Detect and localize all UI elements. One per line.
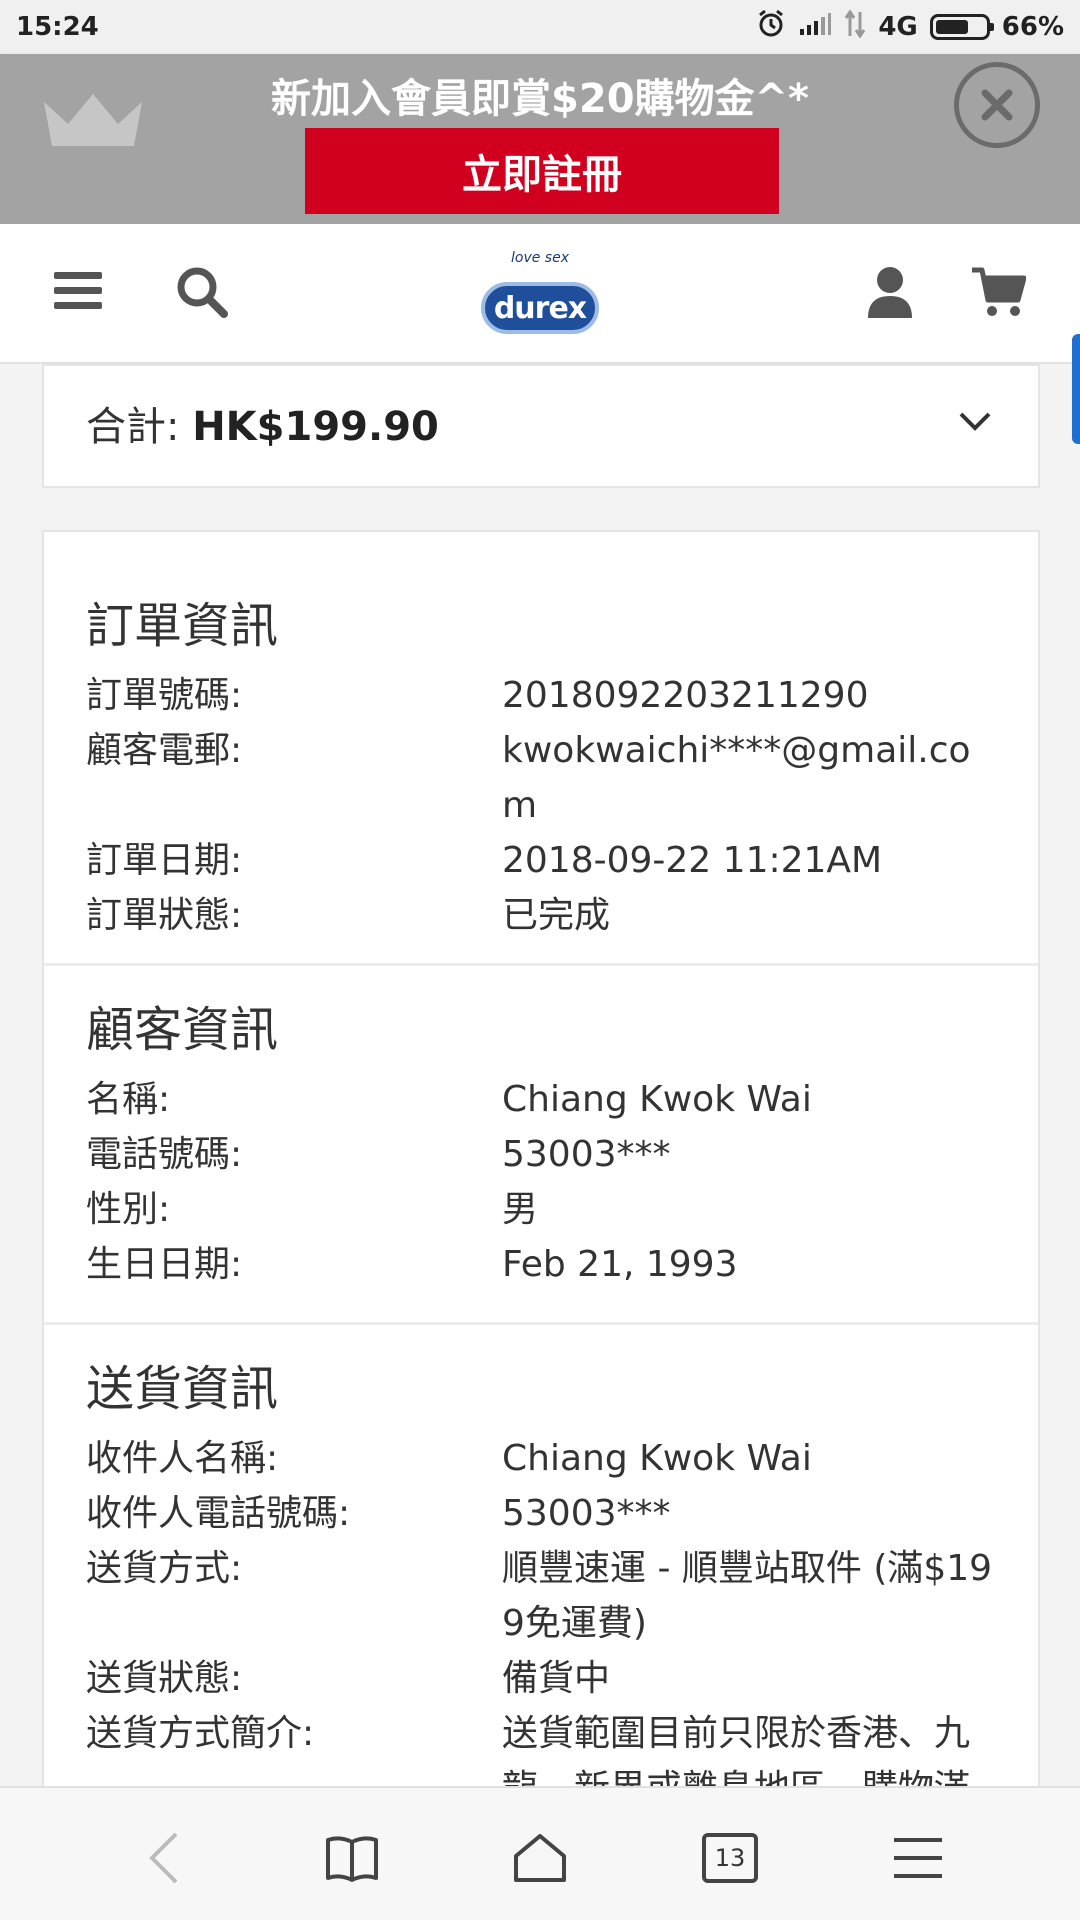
info-row: 訂單號碼: 2018092203211290 xyxy=(86,668,996,723)
battery-icon xyxy=(929,14,994,40)
user-icon[interactable] xyxy=(866,264,914,324)
info-label: 收件人名稱: xyxy=(86,1438,279,1479)
data-arrows-icon xyxy=(844,8,866,45)
alarm-icon xyxy=(756,9,786,46)
promo-banner: 新加入會員即賞$20購物金^* 立即註冊 xyxy=(0,54,1080,224)
total-amount: HK$199.90 xyxy=(192,404,439,450)
info-row: 名稱: Chiang Kwok Wai xyxy=(86,1072,996,1127)
cart-icon[interactable] xyxy=(970,264,1027,324)
logo-wordmark: durex xyxy=(481,282,599,334)
info-row: 性別: 男 xyxy=(86,1182,996,1237)
info-label: 名稱: xyxy=(86,1079,171,1120)
info-label: 顧客電郵: xyxy=(86,730,243,771)
info-row: 訂單狀態: 已完成 xyxy=(86,888,996,943)
info-value: Feb 21, 1993 xyxy=(502,1244,738,1285)
status-icons: 4G 66% xyxy=(756,8,1064,46)
order-total: 合計: HK$199.90 xyxy=(86,394,439,452)
delivery-info-section: 送貨資訊 收件人名稱: Chiang Kwok Wai 收件人電話號碼: 53003… xyxy=(44,1325,1038,1790)
network-type: 4G xyxy=(878,12,918,42)
info-value: 已完成 xyxy=(502,895,611,936)
order-info-section: 訂單資訊 訂單號碼: 2018092203211290 顧客電郵: kwokwaic… xyxy=(44,532,1038,966)
home-icon[interactable] xyxy=(500,1818,580,1898)
info-row: 生日日期: Feb 21, 1993 xyxy=(86,1237,996,1292)
status-bar: 15:24 4G 66% xyxy=(0,0,1080,54)
info-value: kwokwaichi****@gmail.com xyxy=(502,730,971,826)
info-row: 收件人名稱: Chiang Kwok Wai xyxy=(86,1431,996,1486)
register-button[interactable]: 立即註冊 xyxy=(305,128,779,214)
info-value: 送貨範圍目前只限於香港、九龍、新界或離島地區，購物滿 xyxy=(502,1713,971,1790)
info-row: 收件人電話號碼: 53003*** xyxy=(86,1486,996,1541)
search-icon[interactable] xyxy=(174,264,230,324)
info-value: 順豐速運 - 順豐站取件 (滿$199免運費) xyxy=(502,1548,993,1644)
durex-logo[interactable]: love sex durex xyxy=(478,246,602,346)
site-header: love sex durex xyxy=(0,224,1080,364)
section-title: 顧客資訊 xyxy=(86,1002,279,1058)
close-icon[interactable] xyxy=(954,62,1040,148)
menu-icon[interactable] xyxy=(52,264,104,320)
info-value: 備貨中 xyxy=(502,1658,611,1699)
total-label: 合計: xyxy=(86,404,180,450)
info-value: 男 xyxy=(502,1189,539,1230)
browser-bottom-bar: 13 xyxy=(0,1786,1080,1920)
section-title: 送貨資訊 xyxy=(86,1361,279,1417)
tab-count: 13 xyxy=(702,1833,758,1883)
signal-icon xyxy=(798,11,832,44)
tabs-icon[interactable]: 13 xyxy=(690,1818,770,1898)
battery-fill xyxy=(935,20,968,34)
battery-percent: 66% xyxy=(1001,12,1064,42)
order-details-card: 訂單資訊 訂單號碼: 2018092203211290 顧客電郵: kwokwaic… xyxy=(42,530,1040,1790)
section-title: 訂單資訊 xyxy=(86,598,279,654)
info-value: 53003*** xyxy=(502,1134,671,1175)
info-label: 生日日期: xyxy=(86,1244,243,1285)
info-row: 訂單日期: 2018-09-22 11:21AM xyxy=(86,833,996,888)
menu-icon[interactable] xyxy=(878,1818,958,1898)
info-label: 電話號碼: xyxy=(86,1134,243,1175)
info-value: 2018092203211290 xyxy=(502,675,869,716)
info-row: 電話號碼: 53003*** xyxy=(86,1127,996,1182)
customer-info-section: 顧客資訊 名稱: Chiang Kwok Wai 電話號碼: 53003*** 性別… xyxy=(44,966,1038,1325)
info-row: 顧客電郵: kwokwaichi****@gmail.com xyxy=(86,723,996,833)
promo-text: 新加入會員即賞$20購物金^* xyxy=(271,76,809,122)
status-time: 15:24 xyxy=(16,12,99,42)
info-value: 2018-09-22 11:21AM xyxy=(502,840,883,881)
info-label: 訂單日期: xyxy=(86,840,243,881)
info-label: 送貨狀態: xyxy=(86,1658,243,1699)
order-info-list: 訂單號碼: 2018092203211290 顧客電郵: kwokwaichi***… xyxy=(86,668,996,943)
info-label: 收件人電話號碼: xyxy=(86,1493,351,1534)
info-value: Chiang Kwok Wai xyxy=(502,1438,812,1479)
info-label: 訂單狀態: xyxy=(86,895,243,936)
info-label: 送貨方式簡介: xyxy=(86,1713,315,1754)
side-tab[interactable] xyxy=(1072,334,1080,444)
info-value: 53003*** xyxy=(502,1493,671,1534)
back-icon[interactable] xyxy=(124,1818,204,1898)
bookmarks-icon[interactable] xyxy=(312,1818,392,1898)
info-label: 性別: xyxy=(86,1189,171,1230)
info-row: 送貨方式: 順豐速運 - 順豐站取件 (滿$199免運費) xyxy=(86,1541,996,1651)
info-value: Chiang Kwok Wai xyxy=(502,1079,812,1120)
order-total-card[interactable]: 合計: HK$199.90 xyxy=(42,364,1040,488)
info-row: 送貨方式簡介: 送貨範圍目前只限於香港、九龍、新界或離島地區，購物滿 xyxy=(86,1706,996,1790)
info-row: 送貨狀態: 備貨中 xyxy=(86,1651,996,1706)
info-label: 訂單號碼: xyxy=(86,675,243,716)
chevron-down-icon[interactable] xyxy=(958,410,992,436)
logo-tagline: love sex xyxy=(511,250,569,266)
info-label: 送貨方式: xyxy=(86,1548,243,1589)
